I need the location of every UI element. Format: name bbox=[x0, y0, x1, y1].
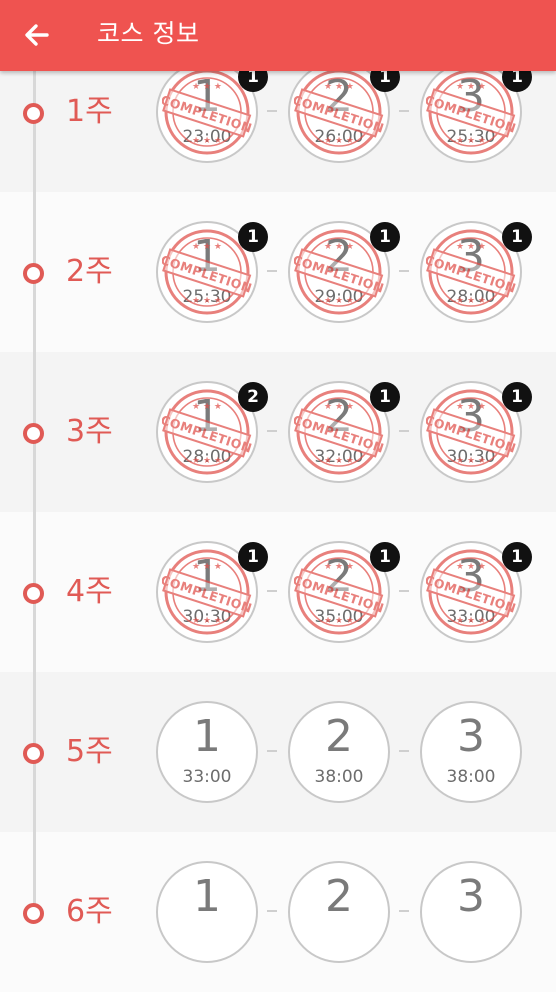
session-divider bbox=[267, 430, 277, 432]
week-row: 5주 1 33:00 2 38:00 3 38:00 bbox=[0, 672, 556, 832]
session-divider bbox=[267, 270, 277, 272]
session-divider bbox=[399, 750, 409, 752]
session-number: 1 bbox=[193, 711, 221, 762]
count-badge: 2 bbox=[238, 382, 268, 412]
svg-text:★ ★ ★: ★ ★ ★ bbox=[456, 136, 486, 146]
session-divider bbox=[267, 750, 277, 752]
svg-text:★ ★ ★: ★ ★ ★ bbox=[324, 82, 354, 92]
count-badge: 1 bbox=[502, 222, 532, 252]
count-badge: 1 bbox=[370, 542, 400, 572]
svg-text:★ ★ ★: ★ ★ ★ bbox=[192, 562, 222, 572]
svg-text:★ ★ ★: ★ ★ ★ bbox=[192, 82, 222, 92]
svg-text:★ ★ ★: ★ ★ ★ bbox=[456, 296, 486, 306]
session-number: 3 bbox=[457, 711, 485, 762]
session-circle[interactable]: 3 38:00 bbox=[420, 701, 522, 803]
arrow-left-icon bbox=[25, 24, 49, 46]
session-divider bbox=[399, 590, 409, 592]
week-label: 6주 bbox=[66, 894, 113, 929]
app-bar: 코스 정보 bbox=[0, 0, 556, 71]
svg-text:★ ★ ★: ★ ★ ★ bbox=[324, 296, 354, 306]
back-button[interactable] bbox=[18, 16, 58, 54]
session-circle[interactable]: 1 bbox=[156, 861, 258, 963]
session-number: 1 bbox=[193, 871, 221, 922]
page-title: 코스 정보 bbox=[97, 19, 200, 48]
session-circle[interactable]: 3 bbox=[420, 861, 522, 963]
week-label: 1주 bbox=[66, 94, 113, 129]
svg-text:★ ★ ★: ★ ★ ★ bbox=[192, 296, 222, 306]
timeline-dot bbox=[23, 423, 44, 444]
count-badge: 1 bbox=[370, 222, 400, 252]
week-label: 2주 bbox=[66, 254, 113, 289]
session-divider bbox=[399, 910, 409, 912]
session-divider bbox=[399, 110, 409, 112]
timeline-dot bbox=[23, 263, 44, 284]
svg-text:★ ★ ★: ★ ★ ★ bbox=[456, 616, 486, 626]
session-circle[interactable]: 2 38:00 bbox=[288, 701, 390, 803]
svg-text:★ ★ ★: ★ ★ ★ bbox=[192, 242, 222, 252]
count-badge: 1 bbox=[502, 382, 532, 412]
week-row: 2주 1 25:30 COMPLETION ★ ★ ★ ★ ★ ★ 1 2 29:00 COMPL… bbox=[0, 192, 556, 352]
timeline-dot bbox=[23, 583, 44, 604]
session-divider bbox=[267, 110, 277, 112]
session-divider bbox=[399, 430, 409, 432]
session-divider bbox=[267, 910, 277, 912]
svg-text:★ ★ ★: ★ ★ ★ bbox=[192, 136, 222, 146]
timeline-line bbox=[33, 70, 36, 920]
svg-text:★ ★ ★: ★ ★ ★ bbox=[456, 402, 486, 412]
svg-text:★ ★ ★: ★ ★ ★ bbox=[456, 82, 486, 92]
svg-text:★ ★ ★: ★ ★ ★ bbox=[324, 242, 354, 252]
count-badge: 1 bbox=[370, 382, 400, 412]
svg-text:★ ★ ★: ★ ★ ★ bbox=[324, 456, 354, 466]
week-label: 4주 bbox=[66, 574, 113, 609]
svg-text:★ ★ ★: ★ ★ ★ bbox=[456, 562, 486, 572]
session-divider bbox=[267, 590, 277, 592]
svg-text:★ ★ ★: ★ ★ ★ bbox=[192, 616, 222, 626]
session-number: 2 bbox=[325, 711, 353, 762]
count-badge: 1 bbox=[238, 222, 268, 252]
svg-text:★ ★ ★: ★ ★ ★ bbox=[456, 242, 486, 252]
svg-text:★ ★ ★: ★ ★ ★ bbox=[324, 136, 354, 146]
timeline-dot bbox=[23, 743, 44, 764]
timeline-dot bbox=[23, 103, 44, 124]
week-row: 4주 1 30:30 COMPLETION ★ ★ ★ ★ ★ ★ 1 2 35:00 COMPL… bbox=[0, 512, 556, 672]
week-label: 5주 bbox=[66, 734, 113, 769]
svg-text:★ ★ ★: ★ ★ ★ bbox=[192, 402, 222, 412]
svg-text:★ ★ ★: ★ ★ ★ bbox=[324, 616, 354, 626]
session-number: 2 bbox=[325, 871, 353, 922]
course-week-list: 1주 1 23:00 COMPLETION ★ ★ ★ ★ ★ ★ 1 2 26:00 COMPL… bbox=[0, 0, 556, 992]
session-time: 33:00 bbox=[182, 767, 232, 787]
week-row: 3주 1 28:00 COMPLETION ★ ★ ★ ★ ★ ★ 2 2 32:00 COMPL… bbox=[0, 352, 556, 512]
session-time: 38:00 bbox=[446, 767, 496, 787]
week-row: 6주 1 2 3 bbox=[0, 832, 556, 992]
timeline-dot bbox=[23, 903, 44, 924]
count-badge: 1 bbox=[502, 542, 532, 572]
svg-text:★ ★ ★: ★ ★ ★ bbox=[324, 402, 354, 412]
session-number: 3 bbox=[457, 871, 485, 922]
session-divider bbox=[399, 270, 409, 272]
week-label: 3주 bbox=[66, 414, 113, 449]
session-circle[interactable]: 1 33:00 bbox=[156, 701, 258, 803]
svg-text:★ ★ ★: ★ ★ ★ bbox=[324, 562, 354, 572]
count-badge: 1 bbox=[238, 542, 268, 572]
session-circle[interactable]: 2 bbox=[288, 861, 390, 963]
svg-text:★ ★ ★: ★ ★ ★ bbox=[456, 456, 486, 466]
svg-text:★ ★ ★: ★ ★ ★ bbox=[192, 456, 222, 466]
session-time: 38:00 bbox=[314, 767, 364, 787]
